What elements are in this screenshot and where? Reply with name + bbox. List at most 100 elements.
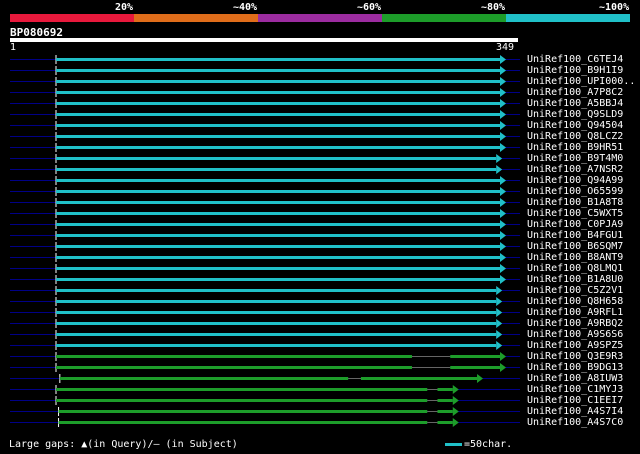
hit-name-link[interactable]: UniRef100_C1EEI7 xyxy=(527,395,623,406)
hit-track xyxy=(10,143,520,152)
hit-name-link[interactable]: UniRef100_B9DG13 xyxy=(527,362,623,373)
hit-row[interactable]: UniRef100_A9RFL1 xyxy=(0,307,640,318)
hit-row[interactable]: UniRef100_Q94A99 xyxy=(0,175,640,186)
hit-track xyxy=(10,297,520,306)
hit-name-link[interactable]: UniRef100_UPI000.. xyxy=(527,76,635,87)
hit-row[interactable]: UniRef100_A7NSR2 xyxy=(0,164,640,175)
hit-name-link[interactable]: UniRef100_Q9SLD9 xyxy=(527,109,623,120)
hit-name-link[interactable]: UniRef100_C6TEJ4 xyxy=(527,54,623,65)
hit-row[interactable]: UniRef100_B4FGU1 xyxy=(0,230,640,241)
hit-row[interactable]: UniRef100_Q8LMQ1 xyxy=(0,263,640,274)
alignment-bar xyxy=(56,344,497,347)
hit-row[interactable]: UniRef100_C1MYJ3 xyxy=(0,384,640,395)
hit-name-link[interactable]: UniRef100_Q94A99 xyxy=(527,175,623,186)
hit-row[interactable]: UniRef100_B6SQM7 xyxy=(0,241,640,252)
hit-name-link[interactable]: UniRef100_A9S6S6 xyxy=(527,329,623,340)
alignment-bar xyxy=(56,157,497,160)
hit-name-link[interactable]: UniRef100_B1A8T8 xyxy=(527,197,623,208)
alignment-bar xyxy=(450,355,500,358)
hit-row[interactable]: UniRef100_A4S7C0 xyxy=(0,417,640,428)
hit-row[interactable]: UniRef100_A9SPZ5 xyxy=(0,340,640,351)
hit-name-link[interactable]: UniRef100_A9RFL1 xyxy=(527,307,623,318)
hit-row[interactable]: UniRef100_C5Z2V1 xyxy=(0,285,640,296)
hit-track xyxy=(10,374,520,383)
hit-row[interactable]: UniRef100_B9T4M0 xyxy=(0,153,640,164)
hit-name-link[interactable]: UniRef100_A9RBQ2 xyxy=(527,318,623,329)
hit-row[interactable]: UniRef100_C6TEJ4 xyxy=(0,54,640,65)
scale-tick-label: ~40% xyxy=(233,2,258,13)
alignment-arrow xyxy=(500,88,506,97)
alignment-bar xyxy=(56,80,500,83)
alignment-bar xyxy=(56,146,500,149)
alignment-arrow xyxy=(496,297,503,306)
hit-name-link[interactable]: UniRef100_A7P8C2 xyxy=(527,87,623,98)
hit-name-link[interactable]: UniRef100_Q8LCZ2 xyxy=(527,131,623,142)
hit-track xyxy=(10,275,520,284)
hit-name-link[interactable]: UniRef100_A5BBJ4 xyxy=(527,98,623,109)
scale-tick-label: ~100% xyxy=(599,2,630,13)
hit-name-link[interactable]: UniRef100_A9SPZ5 xyxy=(527,340,623,351)
alignment-bar xyxy=(56,267,500,270)
hit-name-link[interactable]: UniRef100_O65599 xyxy=(527,186,623,197)
hit-row[interactable]: UniRef100_UPI000.. xyxy=(0,76,640,87)
hit-track xyxy=(10,209,520,218)
alignment-arrow xyxy=(500,275,506,284)
alignment-bar xyxy=(450,366,500,369)
alignment-arrow xyxy=(500,176,506,185)
hit-track xyxy=(10,231,520,240)
hit-track xyxy=(10,220,520,229)
alignment-bar xyxy=(56,333,497,336)
hit-row[interactable]: UniRef100_A9RBQ2 xyxy=(0,318,640,329)
hit-row[interactable]: UniRef100_B1A8T8 xyxy=(0,197,640,208)
hit-row[interactable]: UniRef100_B9HR51 xyxy=(0,142,640,153)
hit-row[interactable]: UniRef100_C5WXT5 xyxy=(0,208,640,219)
alignment-bar xyxy=(56,168,497,171)
hit-track xyxy=(10,154,520,163)
hit-row[interactable]: UniRef100_B9H1I9 xyxy=(0,65,640,76)
hit-row[interactable]: UniRef100_C0PJA9 xyxy=(0,219,640,230)
hit-name-link[interactable]: UniRef100_B8ANT9 xyxy=(527,252,623,263)
hit-row[interactable]: UniRef100_A8IUW3 xyxy=(0,373,640,384)
hit-name-link[interactable]: UniRef100_A4S7C0 xyxy=(527,417,623,428)
hit-name-link[interactable]: UniRef100_A7NSR2 xyxy=(527,164,623,175)
hit-name-link[interactable]: UniRef100_Q3E9R3 xyxy=(527,351,623,362)
hit-row[interactable]: UniRef100_B8ANT9 xyxy=(0,252,640,263)
hit-name-link[interactable]: UniRef100_B4FGU1 xyxy=(527,230,623,241)
hit-name-link[interactable]: UniRef100_Q8LMQ1 xyxy=(527,263,623,274)
hit-name-link[interactable]: UniRef100_B9T4M0 xyxy=(527,153,623,164)
hit-row[interactable]: UniRef100_A9S6S6 xyxy=(0,329,640,340)
hit-row[interactable]: UniRef100_Q9SLD9 xyxy=(0,109,640,120)
hit-row[interactable]: UniRef100_Q8LCZ2 xyxy=(0,131,640,142)
alignment-bar xyxy=(56,190,500,193)
hit-name-link[interactable]: UniRef100_C1MYJ3 xyxy=(527,384,623,395)
hit-name-link[interactable]: UniRef100_B1A8U0 xyxy=(527,274,623,285)
hit-row[interactable]: UniRef100_A7P8C2 xyxy=(0,87,640,98)
query-end: 349 xyxy=(496,42,515,53)
hit-name-link[interactable]: UniRef100_C0PJA9 xyxy=(527,219,623,230)
hit-row[interactable]: UniRef100_O65599 xyxy=(0,186,640,197)
hit-name-link[interactable]: UniRef100_B6SQM7 xyxy=(527,241,623,252)
hit-row[interactable]: UniRef100_A5BBJ4 xyxy=(0,98,640,109)
hit-row[interactable]: UniRef100_Q3E9R3 xyxy=(0,351,640,362)
hit-name-link[interactable]: UniRef100_B9H1I9 xyxy=(527,65,623,76)
alignment-arrow xyxy=(496,154,503,163)
alignment-arrow xyxy=(500,352,506,361)
hit-row[interactable]: UniRef100_C1EEI7 xyxy=(0,395,640,406)
alignment-bar xyxy=(56,234,500,237)
hit-name-link[interactable]: UniRef100_Q8H658 xyxy=(527,296,623,307)
hit-name-link[interactable]: UniRef100_A4S7I4 xyxy=(527,406,623,417)
hit-name-link[interactable]: UniRef100_A8IUW3 xyxy=(527,373,623,384)
hit-row[interactable]: UniRef100_Q94504 xyxy=(0,120,640,131)
hit-row[interactable]: UniRef100_B1A8U0 xyxy=(0,274,640,285)
alignment-arrow xyxy=(500,363,506,372)
hit-name-link[interactable]: UniRef100_Q94504 xyxy=(527,120,623,131)
hit-name-link[interactable]: UniRef100_C5Z2V1 xyxy=(527,285,623,296)
hit-row[interactable]: UniRef100_Q8H658 xyxy=(0,296,640,307)
hit-name-link[interactable]: UniRef100_C5WXT5 xyxy=(527,208,623,219)
hit-track xyxy=(10,88,520,97)
hit-row[interactable]: UniRef100_A4S7I4 xyxy=(0,406,640,417)
hit-name-link[interactable]: UniRef100_B9HR51 xyxy=(527,142,623,153)
hit-track xyxy=(10,396,520,405)
hit-row[interactable]: UniRef100_B9DG13 xyxy=(0,362,640,373)
hit-track xyxy=(10,407,520,416)
